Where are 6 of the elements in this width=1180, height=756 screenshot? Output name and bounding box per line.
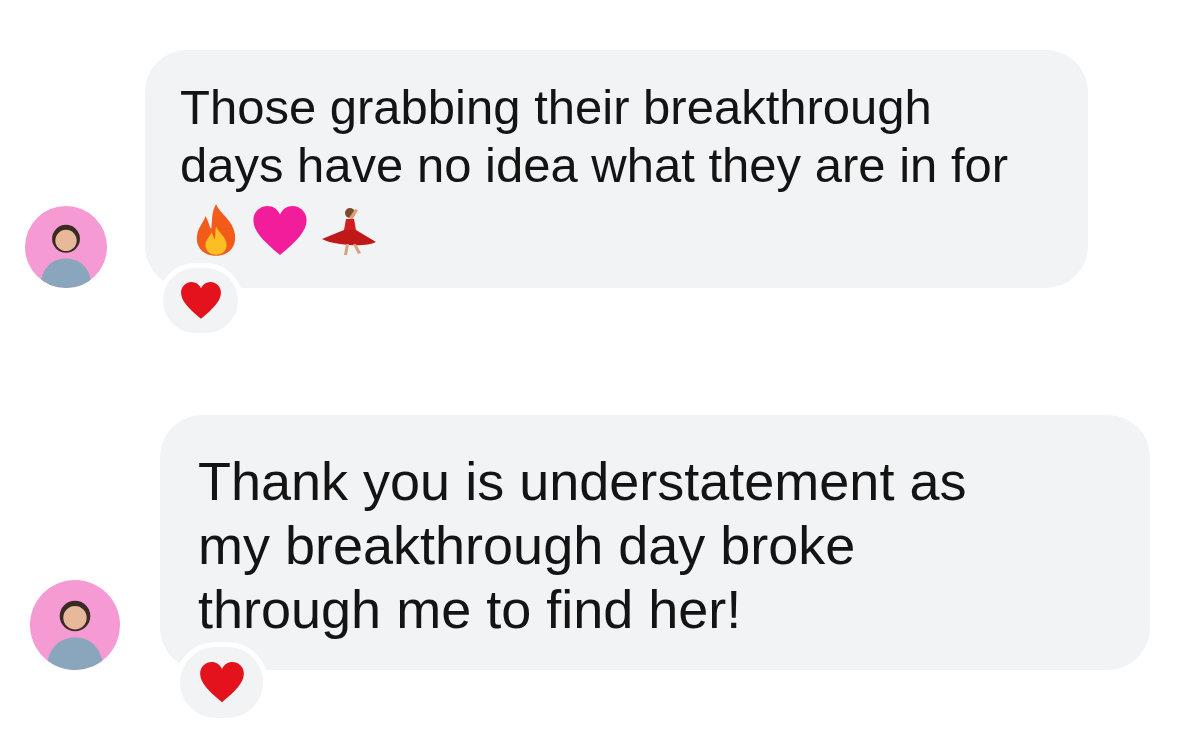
message-text: Thank you is understatement as my breakthrough day broke through me to find her! [198, 451, 967, 640]
heart-icon [198, 661, 245, 704]
dancer-icon [320, 206, 378, 257]
heart-icon [179, 281, 222, 320]
message-text: Those grabbing their breakthrough days have no idea what they are in for [180, 80, 1009, 192]
heart-icon [252, 205, 308, 257]
